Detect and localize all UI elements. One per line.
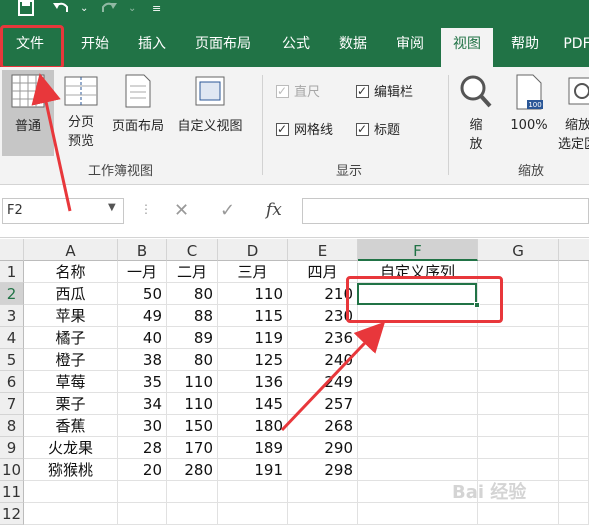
annotation-arrows (31, 73, 386, 432)
arrow-to-file-tab (31, 73, 72, 212)
arrow-to-cell-f2 (280, 321, 386, 432)
watermark: Bai 经验 (452, 482, 527, 503)
